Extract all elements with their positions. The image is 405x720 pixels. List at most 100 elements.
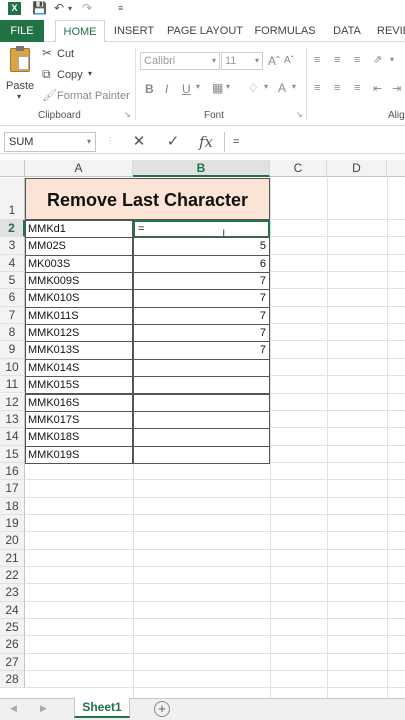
underline-dropdown-icon[interactable]: ▾ <box>196 82 200 91</box>
align-center-icon[interactable]: ≡ <box>334 82 340 94</box>
row-header-15[interactable]: 15 <box>0 445 25 463</box>
increase-font-icon[interactable]: Aˆ <box>268 54 280 68</box>
row-header-6[interactable]: 6 <box>0 289 25 307</box>
row-header-27[interactable]: 27 <box>0 653 25 672</box>
fill-color-icon[interactable]: ♢ <box>248 81 259 95</box>
row-header-23[interactable]: 23 <box>0 584 25 602</box>
cell-b8[interactable]: 7 <box>133 324 270 343</box>
enter-formula-button[interactable]: ✓ <box>162 132 184 152</box>
font-color-dropdown-icon[interactable]: ▾ <box>292 82 296 91</box>
font-launcher-icon[interactable]: ↘ <box>296 110 303 119</box>
cell-b7[interactable]: 7 <box>133 306 270 326</box>
cell-b9[interactable]: 7 <box>133 341 270 360</box>
cell-a8[interactable]: MMK012S <box>25 324 133 343</box>
increase-indent-icon[interactable]: ⇥ <box>392 82 401 95</box>
underline-icon[interactable]: U <box>182 82 191 96</box>
name-box[interactable]: SUM ▾ <box>4 132 96 152</box>
cell-b12[interactable] <box>133 393 270 412</box>
cell-a4[interactable]: MK003S <box>25 254 133 274</box>
redo-icon[interactable]: ↷ <box>82 1 92 15</box>
row-header-10[interactable]: 10 <box>0 358 25 377</box>
row-header-19[interactable]: 19 <box>0 514 25 533</box>
sheet-next-icon[interactable]: ▶ <box>40 703 47 714</box>
cell-a9[interactable]: MMK013S <box>25 341 133 360</box>
decrease-indent-icon[interactable]: ⇤ <box>373 82 382 95</box>
active-cell-b2[interactable]: = <box>133 220 270 239</box>
cell-b10[interactable] <box>133 358 270 378</box>
tab-data[interactable]: DATA <box>327 20 367 42</box>
column-header-c[interactable]: C <box>270 160 327 177</box>
decrease-font-icon[interactable]: Aˇ <box>284 55 294 66</box>
fill-color-dropdown-icon[interactable]: ▾ <box>264 82 268 91</box>
font-color-icon[interactable]: A <box>278 81 286 95</box>
cell-b15[interactable] <box>133 445 270 464</box>
cell-a2[interactable]: MMKd1 <box>25 220 133 239</box>
row-header-11[interactable]: 11 <box>0 376 25 394</box>
row-header-5[interactable]: 5 <box>0 272 25 290</box>
column-header-e[interactable] <box>387 160 405 177</box>
row-header-12[interactable]: 12 <box>0 393 25 411</box>
cell-b4[interactable]: 6 <box>133 254 270 274</box>
cell-b5[interactable]: 7 <box>133 272 270 291</box>
cut-button[interactable]: Cut <box>57 48 74 60</box>
borders-dropdown-icon[interactable]: ▾ <box>226 82 230 91</box>
cell-a12[interactable]: MMK016S <box>25 393 133 412</box>
column-header-b[interactable]: B <box>133 160 270 177</box>
sheet-tab-sheet1[interactable]: Sheet1 <box>74 698 130 718</box>
row-header-13[interactable]: 13 <box>0 410 25 429</box>
row-header-7[interactable]: 7 <box>0 306 25 325</box>
insert-function-button[interactable]: fx <box>194 132 218 152</box>
save-icon[interactable]: 💾 <box>32 1 47 15</box>
row-header-25[interactable]: 25 <box>0 619 25 637</box>
copy-button[interactable]: Copy <box>57 69 83 81</box>
undo-dropdown-icon[interactable]: ▾ <box>68 4 72 13</box>
row-header-24[interactable]: 24 <box>0 601 25 620</box>
select-all-corner[interactable] <box>0 160 25 177</box>
cell-b13[interactable] <box>133 410 270 430</box>
cell-a5[interactable]: MMK009S <box>25 272 133 291</box>
cell-b6[interactable]: 7 <box>133 289 270 308</box>
cell-b3[interactable]: 5 <box>133 237 270 256</box>
cell-b11[interactable] <box>133 376 270 395</box>
tab-page-layout[interactable]: PAGE LAYOUT <box>166 20 244 42</box>
row-header-16[interactable]: 16 <box>0 462 25 481</box>
align-bottom-icon[interactable]: ≡ <box>354 54 360 66</box>
undo-icon[interactable]: ↶ <box>54 1 64 15</box>
paste-button[interactable]: Paste ▾ <box>4 46 38 102</box>
tab-formulas[interactable]: FORMULAS <box>254 20 316 42</box>
title-cell[interactable]: Remove Last Character <box>25 178 270 220</box>
tab-insert[interactable]: INSERT <box>112 20 156 42</box>
tab-home[interactable]: HOME <box>55 20 105 43</box>
row-header-9[interactable]: 9 <box>0 341 25 359</box>
row-header-2[interactable]: 2 <box>0 220 25 238</box>
align-left-icon[interactable]: ≡ <box>314 82 320 94</box>
row-header-18[interactable]: 18 <box>0 497 25 515</box>
font-name-dropdown[interactable]: Calibri ▾ <box>140 52 220 70</box>
column-header-a[interactable]: A <box>25 160 133 177</box>
align-right-icon[interactable]: ≡ <box>354 82 360 94</box>
row-header-3[interactable]: 3 <box>0 237 25 255</box>
sheet-prev-icon[interactable]: ◀ <box>10 703 17 714</box>
row-header-22[interactable]: 22 <box>0 567 25 585</box>
row-header-26[interactable]: 26 <box>0 636 25 654</box>
orientation-icon[interactable]: ⇗ <box>373 53 382 66</box>
cell-a7[interactable]: MMK011S <box>25 306 133 326</box>
column-header-d[interactable]: D <box>327 160 387 177</box>
copy-dropdown-icon[interactable]: ▾ <box>88 69 92 78</box>
bold-icon[interactable]: B <box>145 82 154 96</box>
clipboard-launcher-icon[interactable]: ↘ <box>124 110 131 119</box>
align-middle-icon[interactable]: ≡ <box>334 54 340 66</box>
row-header-8[interactable]: 8 <box>0 324 25 342</box>
cell-a15[interactable]: MMK019S <box>25 445 133 464</box>
borders-icon[interactable]: ▦ <box>212 81 223 95</box>
row-header-28[interactable]: 28 <box>0 671 25 689</box>
cell-b14[interactable] <box>133 428 270 447</box>
format-painter-button[interactable]: Format Painter <box>57 90 130 102</box>
align-top-icon[interactable]: ≡ <box>314 54 320 66</box>
row-header-21[interactable]: 21 <box>0 549 25 567</box>
row-header-4[interactable]: 4 <box>0 254 25 273</box>
italic-icon[interactable]: I <box>165 82 168 96</box>
cell-a3[interactable]: MM02S <box>25 237 133 256</box>
tab-file[interactable]: FILE <box>0 20 44 42</box>
cell-a6[interactable]: MMK010S <box>25 289 133 308</box>
